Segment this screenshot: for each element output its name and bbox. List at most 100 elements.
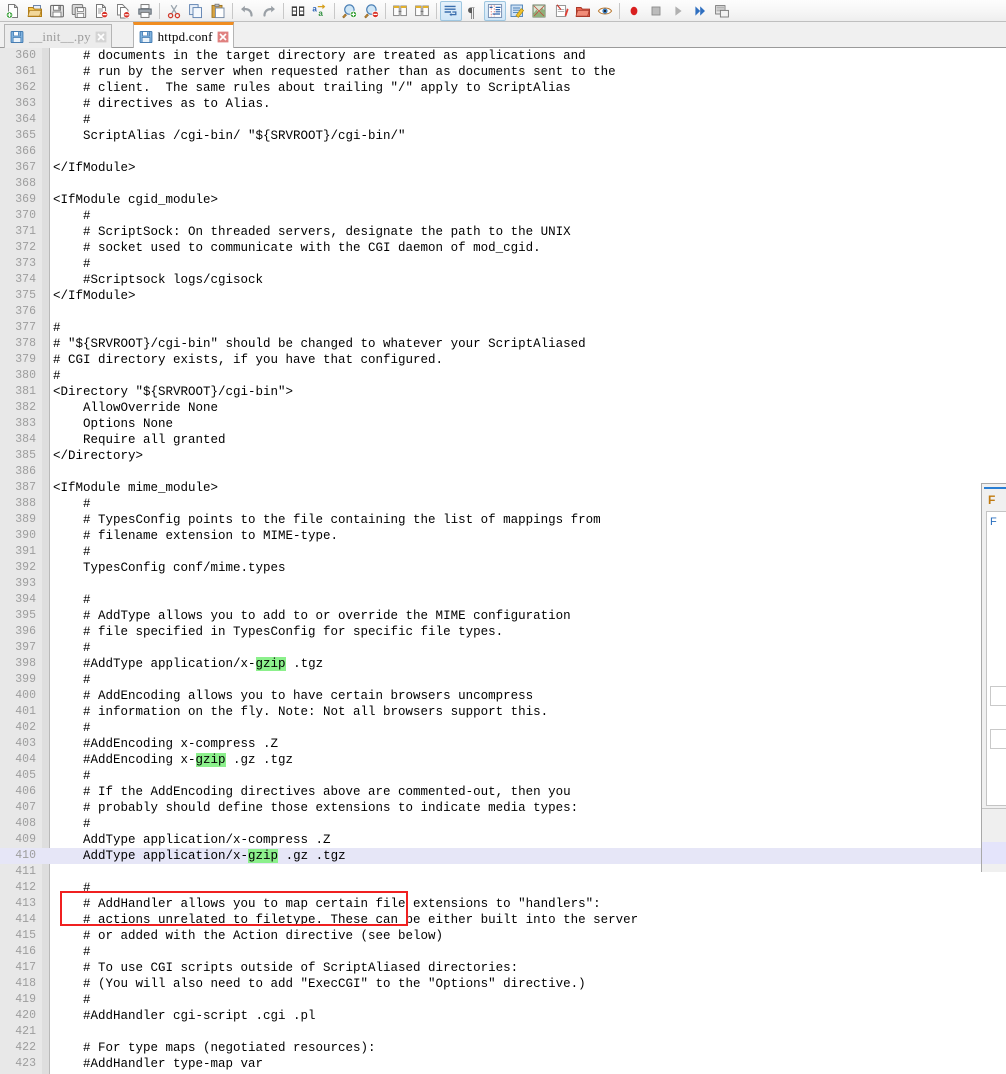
folder-workspace-icon[interactable]: [572, 1, 594, 21]
code-line[interactable]: 385 </Directory>: [0, 448, 1006, 464]
replace-icon[interactable]: aa: [309, 1, 331, 21]
code-line[interactable]: 406 # If the AddEncoding directives abov…: [0, 784, 1006, 800]
code-line[interactable]: 389 # TypesConfig points to the file con…: [0, 512, 1006, 528]
code-line[interactable]: 384 Require all granted: [0, 432, 1006, 448]
code-line[interactable]: 422 # For type maps (negotiated resource…: [0, 1040, 1006, 1056]
code-line[interactable]: 391 #: [0, 544, 1006, 560]
code-line[interactable]: 379 # CGI directory exists, if you have t…: [0, 352, 1006, 368]
code-line[interactable]: 390 # filename extension to MIME-type.: [0, 528, 1006, 544]
code-line[interactable]: 361 # run by the server when requested r…: [0, 64, 1006, 80]
close-tab-icon[interactable]: [95, 31, 107, 43]
tab-httpd-conf[interactable]: httpd.conf: [132, 22, 234, 48]
play-macro-icon[interactable]: [667, 1, 689, 21]
code-line[interactable]: 394 #: [0, 592, 1006, 608]
code-line[interactable]: 375 </IfModule>: [0, 288, 1006, 304]
code-line[interactable]: 398 #AddType application/x-gzip .tgz: [0, 656, 1006, 672]
code-line[interactable]: 364 #: [0, 112, 1006, 128]
code-line[interactable]: 396 # file specified in TypesConfig for …: [0, 624, 1006, 640]
cut-icon[interactable]: [163, 1, 185, 21]
code-line[interactable]: 401 # information on the fly. Note: Not …: [0, 704, 1006, 720]
tab-init-py[interactable]: __init__.py: [4, 24, 112, 48]
close-all-icon[interactable]: [112, 1, 134, 21]
find-icon[interactable]: [287, 1, 309, 21]
dialog-field-two[interactable]: [990, 729, 1006, 749]
code-line[interactable]: 418 # (You will also need to add "ExecCG…: [0, 976, 1006, 992]
code-line[interactable]: 377 #: [0, 320, 1006, 336]
code-line[interactable]: 366: [0, 144, 1006, 160]
preview-eye-icon[interactable]: [594, 1, 616, 21]
code-line[interactable]: 407 # probably should define those exten…: [0, 800, 1006, 816]
new-file-icon[interactable]: [2, 1, 24, 21]
code-line[interactable]: 423 #AddHandler type-map var: [0, 1056, 1006, 1072]
close-tab-icon[interactable]: [217, 31, 229, 43]
code-line[interactable]: 409 AddType application/x-compress .Z: [0, 832, 1006, 848]
code-line[interactable]: 413 # AddHandler allows you to map certa…: [0, 896, 1006, 912]
code-line[interactable]: 378 # "${SRVROOT}/cgi-bin" should be chan…: [0, 336, 1006, 352]
print-icon[interactable]: [134, 1, 156, 21]
redo-icon[interactable]: [258, 1, 280, 21]
code-rows[interactable]: 360 # documents in the target directory …: [0, 48, 1006, 1072]
code-line[interactable]: 405 #: [0, 768, 1006, 784]
copy-icon[interactable]: [185, 1, 207, 21]
code-line[interactable]: 362 # client. The same rules about trail…: [0, 80, 1006, 96]
show-all-characters-icon[interactable]: ¶: [462, 1, 484, 21]
code-line[interactable]: 372 # socket used to communicate with th…: [0, 240, 1006, 256]
sync-scroll-h-icon[interactable]: [411, 1, 433, 21]
user-defined-language-icon[interactable]: [506, 1, 528, 21]
open-file-icon[interactable]: [24, 1, 46, 21]
code-line[interactable]: 387 <IfModule mime_module>: [0, 480, 1006, 496]
code-line[interactable]: 363 # directives as to Alias.: [0, 96, 1006, 112]
code-line[interactable]: 395 # AddType allows you to add to or ov…: [0, 608, 1006, 624]
save-all-icon[interactable]: [68, 1, 90, 21]
code-line[interactable]: 402 #: [0, 720, 1006, 736]
run-icon[interactable]: [711, 1, 733, 21]
code-line[interactable]: 415 # or added with the Action directive…: [0, 928, 1006, 944]
word-wrap-icon[interactable]: [440, 0, 462, 21]
close-file-icon[interactable]: [90, 1, 112, 21]
record-macro-icon[interactable]: [623, 1, 645, 21]
code-line[interactable]: 370 #: [0, 208, 1006, 224]
code-line[interactable]: 411: [0, 864, 1006, 880]
zoom-in-icon[interactable]: [338, 1, 360, 21]
code-line[interactable]: 382 AllowOverride None: [0, 400, 1006, 416]
sync-scroll-v-icon[interactable]: [389, 1, 411, 21]
code-line[interactable]: 374 #Scriptsock logs/cgisock: [0, 272, 1006, 288]
code-line[interactable]: 376: [0, 304, 1006, 320]
code-line[interactable]: 414 # actions unrelated to filetype. The…: [0, 912, 1006, 928]
paste-icon[interactable]: [207, 1, 229, 21]
code-line[interactable]: 367 </IfModule>: [0, 160, 1006, 176]
editor-area[interactable]: 360 # documents in the target directory …: [0, 48, 1006, 1074]
code-line[interactable]: 408 #: [0, 816, 1006, 832]
code-line[interactable]: 419 #: [0, 992, 1006, 1008]
code-line[interactable]: 403 #AddEncoding x-compress .Z: [0, 736, 1006, 752]
code-line[interactable]: 360 # documents in the target directory …: [0, 48, 1006, 64]
code-line[interactable]: 381 <Directory "${SRVROOT}/cgi-bin">: [0, 384, 1006, 400]
code-line[interactable]: 365 ScriptAlias /cgi-bin/ "${SRVROOT}/cg…: [0, 128, 1006, 144]
code-line[interactable]: 388 #: [0, 496, 1006, 512]
code-line[interactable]: 383 Options None: [0, 416, 1006, 432]
code-line[interactable]: 417 # To use CGI scripts outside of Scri…: [0, 960, 1006, 976]
code-line[interactable]: 416 #: [0, 944, 1006, 960]
code-line[interactable]: 371 # ScriptSock: On threaded servers, d…: [0, 224, 1006, 240]
code-line[interactable]: 368: [0, 176, 1006, 192]
code-line[interactable]: 412 #: [0, 880, 1006, 896]
code-line[interactable]: 420 #AddHandler cgi-script .cgi .pl: [0, 1008, 1006, 1024]
code-line[interactable]: 410 AddType application/x-gzip .gz .tgz: [0, 848, 1006, 864]
code-line[interactable]: 397 #: [0, 640, 1006, 656]
indent-guide-icon[interactable]: [484, 0, 506, 21]
code-line[interactable]: 369 <IfModule cgid_module>: [0, 192, 1006, 208]
code-line[interactable]: 421: [0, 1024, 1006, 1040]
code-line[interactable]: 380 #: [0, 368, 1006, 384]
zoom-out-icon[interactable]: [360, 1, 382, 21]
code-line[interactable]: 400 # AddEncoding allows you to have cer…: [0, 688, 1006, 704]
code-line[interactable]: 404 #AddEncoding x-gzip .gz .tgz: [0, 752, 1006, 768]
code-line[interactable]: 392 TypesConfig conf/mime.types: [0, 560, 1006, 576]
find-replace-dialog-partial[interactable]: F F: [981, 483, 1006, 872]
undo-icon[interactable]: [236, 1, 258, 21]
document-map-icon[interactable]: [528, 1, 550, 21]
function-list-icon[interactable]: [550, 1, 572, 21]
code-line[interactable]: 393: [0, 576, 1006, 592]
code-line[interactable]: 386: [0, 464, 1006, 480]
save-icon[interactable]: [46, 1, 68, 21]
stop-macro-icon[interactable]: [645, 1, 667, 21]
